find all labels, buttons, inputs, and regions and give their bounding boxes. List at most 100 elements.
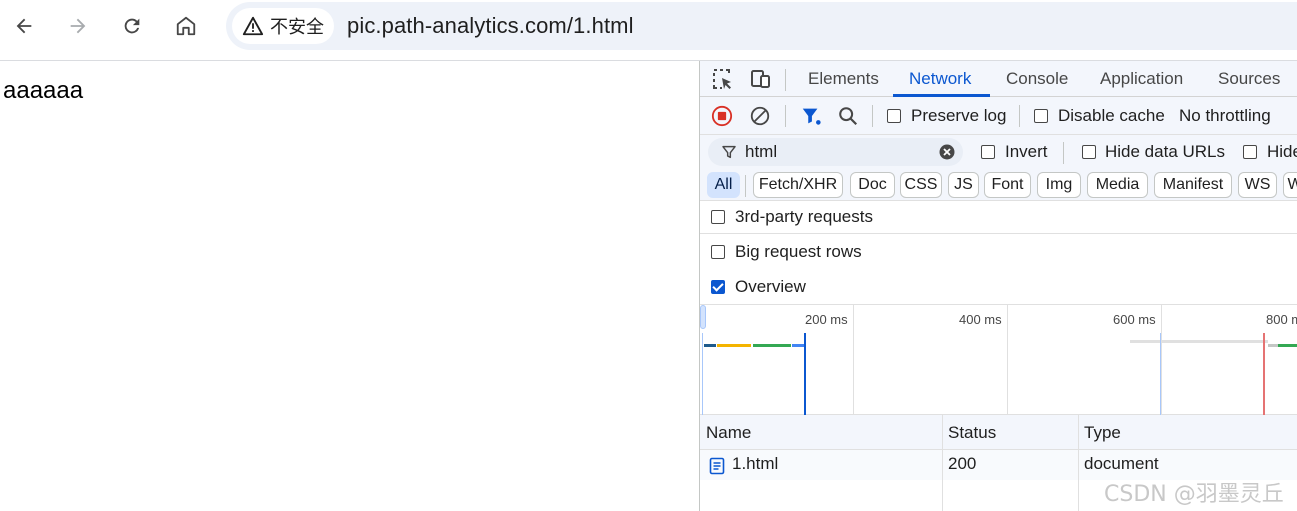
third-party-checkbox[interactable] [711, 210, 725, 224]
devtools-panel: Elements Network Console Application Sou… [699, 61, 1297, 511]
request-status: 200 [948, 454, 977, 473]
inspect-element-icon[interactable] [711, 67, 735, 91]
timing-bar-idle [1130, 340, 1268, 343]
type-all[interactable]: All [707, 172, 740, 198]
overview-timeline[interactable]: 200 ms 400 ms 600 ms 800 ms [700, 305, 1297, 415]
tab-network[interactable]: Network [909, 69, 971, 89]
disable-cache-label: Disable cache [1058, 106, 1165, 125]
invert-checkbox[interactable] [981, 145, 995, 159]
document-icon [709, 457, 725, 475]
timeline-gridline [853, 305, 854, 415]
third-party-row: 3rd-party requests [700, 201, 1297, 234]
arrow-right-icon [70, 18, 86, 34]
filter-input[interactable]: html [708, 138, 963, 166]
warning-icon [242, 16, 264, 36]
omnibox[interactable]: 不安全 pic.path-analytics.com/1.html [226, 2, 1297, 50]
home-button[interactable] [168, 8, 204, 44]
column-divider [1078, 415, 1079, 511]
watermark: CSDN @羽墨灵丘 [1104, 482, 1284, 507]
timing-bar-connect [704, 344, 716, 347]
filter-row: html Invert Hide data URLs Hide [700, 135, 1297, 171]
page-text: aaaaaa [3, 77, 84, 104]
disable-cache-checkbox[interactable] [1034, 109, 1048, 123]
load-event-line [1263, 333, 1265, 415]
toolbar-separator [785, 105, 786, 127]
security-chip[interactable]: 不安全 [232, 8, 334, 44]
type-js[interactable]: JS [948, 172, 979, 198]
type-ws[interactable]: WS [1238, 172, 1277, 198]
hide-extension-checkbox[interactable] [1243, 145, 1257, 159]
timing-bar-receive [792, 344, 804, 347]
type-doc[interactable]: Doc [850, 172, 895, 198]
timeline-label-800: 800 ms [1266, 312, 1297, 327]
filter-icon[interactable] [800, 105, 822, 127]
type-media[interactable]: Media [1087, 172, 1148, 198]
overview-marker [1160, 333, 1161, 415]
back-button[interactable] [6, 8, 42, 44]
invert-label: Invert [1005, 142, 1048, 161]
reload-icon [124, 18, 140, 34]
device-toolbar-icon[interactable] [748, 67, 772, 91]
type-separator [745, 175, 746, 197]
settings-rows: Big request rows Overview [700, 235, 1297, 305]
timeline-label-200: 200 ms [805, 312, 848, 327]
tab-console[interactable]: Console [1006, 69, 1068, 89]
search-icon[interactable] [837, 105, 859, 127]
funnel-icon [722, 145, 736, 159]
url-text[interactable]: pic.path-analytics.com/1.html [347, 13, 634, 39]
devtools-tabbar: Elements Network Console Application Sou… [700, 61, 1297, 97]
filter-separator [1063, 142, 1064, 164]
overview-checkbox[interactable] [711, 280, 725, 294]
timeline-gridline [1161, 305, 1162, 415]
hide-extension-label: Hide [1267, 142, 1297, 161]
preserve-log-checkbox[interactable] [887, 109, 901, 123]
page-content: aaaaaa [0, 61, 699, 511]
timing-bar-queued [1268, 344, 1278, 347]
tab-application[interactable]: Application [1100, 69, 1183, 89]
clear-icon[interactable] [749, 105, 771, 127]
home-icon [176, 16, 196, 36]
record-stop-icon[interactable] [711, 105, 733, 127]
arrow-left-icon [16, 18, 32, 34]
big-request-rows-label: Big request rows [735, 242, 862, 261]
type-manifest[interactable]: Manifest [1154, 172, 1232, 198]
hide-data-urls-label: Hide data URLs [1105, 142, 1226, 161]
network-toolbar: Preserve log Disable cache No throttling [700, 97, 1297, 135]
overview-range-start [702, 333, 703, 415]
column-header-type[interactable]: Type [1078, 415, 1297, 450]
column-header-status[interactable]: Status [942, 415, 1078, 450]
security-label: 不安全 [270, 17, 324, 38]
request-type: document [1084, 454, 1159, 473]
type-css[interactable]: CSS [900, 172, 942, 198]
filter-value: html [745, 142, 778, 161]
forward-button[interactable] [60, 8, 96, 44]
type-fetch-xhr[interactable]: Fetch/XHR [753, 172, 843, 198]
hide-data-urls-checkbox[interactable] [1082, 145, 1096, 159]
toolbar-separator [872, 105, 873, 127]
timeline-gridline [1007, 305, 1008, 415]
throttling-select[interactable]: No throttling [1179, 106, 1271, 126]
overview-range-handle[interactable] [700, 305, 706, 329]
type-filter-row: All Fetch/XHR Doc CSS JS Font Img Media … [700, 171, 1297, 201]
third-party-label: 3rd-party requests [735, 207, 873, 226]
tabbar-separator [785, 69, 786, 91]
request-name[interactable]: 1.html [732, 454, 778, 474]
type-img[interactable]: Img [1037, 172, 1081, 198]
tab-elements[interactable]: Elements [808, 69, 879, 89]
clear-filter-icon[interactable] [938, 143, 956, 161]
tab-sources[interactable]: Sources [1218, 69, 1280, 89]
type-wasm[interactable]: W [1283, 172, 1297, 198]
browser-toolbar: 不安全 pic.path-analytics.com/1.html [0, 0, 1297, 52]
type-font[interactable]: Font [984, 172, 1031, 198]
reload-button[interactable] [114, 8, 150, 44]
toolbar-separator [1019, 105, 1020, 127]
timeline-label-400: 400 ms [959, 312, 1002, 327]
timing-bar-wait [717, 344, 751, 347]
preserve-log-label: Preserve log [911, 106, 1007, 125]
dom-content-loaded-line [804, 333, 806, 415]
big-request-rows-checkbox[interactable] [711, 245, 725, 259]
timing-bar-second [1278, 344, 1297, 347]
column-header-name[interactable]: Name [700, 415, 942, 450]
column-divider [942, 415, 943, 511]
timeline-label-600: 600 ms [1113, 312, 1156, 327]
